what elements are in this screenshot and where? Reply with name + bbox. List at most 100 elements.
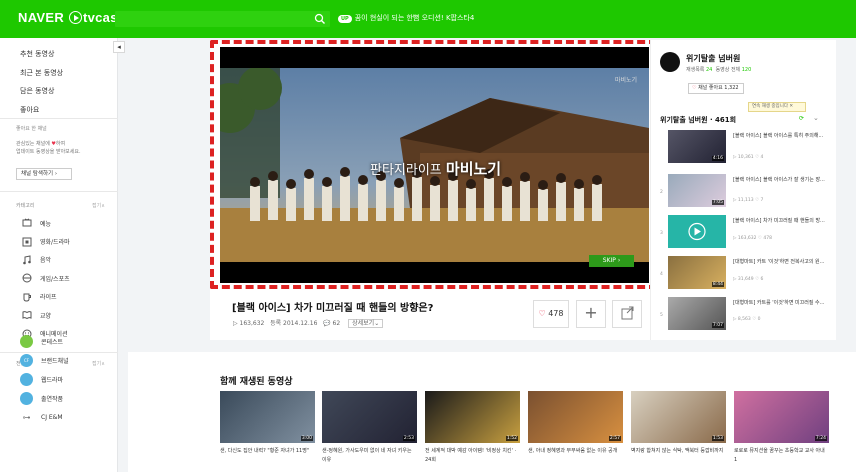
like-button[interactable]: ♡ 478 — [533, 300, 569, 328]
related-thumbnail: 1:53 — [631, 391, 726, 443]
fav-channels-title: 좋아요 한 채널 — [16, 126, 47, 132]
promo-banner[interactable]: UP 꿈이 현실이 되는 한뼘 오디션! K팝스타4 — [338, 13, 474, 23]
related-video-title: 샌-정혜원, 가사도우미 없이 네 자녀 키우는 이유 — [322, 448, 412, 463]
share-button[interactable] — [612, 300, 642, 328]
gamepad-icon — [22, 273, 32, 283]
like-count: 478 — [548, 309, 564, 318]
sidebar-item-movie-drama[interactable]: 영화/드라마 — [22, 232, 70, 250]
channel-like-button[interactable]: ♡ 채널 좋아요 1,322 — [688, 83, 744, 94]
related-title: 함께 재생된 동영상 — [220, 377, 293, 387]
duration-badge: 1:53 — [711, 436, 724, 441]
playlist-item-stats: ▷ 163,632 ♡ 478 — [733, 236, 772, 241]
video-count-label: 동영상 전체 — [715, 67, 741, 73]
playlist-item[interactable]: 3 [블랙 아이스] 차가 미끄러질 때 핸들의 방... ▷ 163,632 … — [660, 213, 832, 259]
playlist-thumbnail: 8:44 — [668, 256, 726, 289]
upload-date-label: 등록 — [270, 320, 282, 327]
sidebar-item-contest[interactable]: 콘테스트 — [20, 332, 69, 351]
category-label: 라이프 — [40, 294, 57, 302]
playlist-item-title: [대형마트] 카트 '이것'하면 전복사고의 원... — [733, 259, 825, 265]
fav-channels-description: 관심있는 채널에 ♥하여 업데이트 동영상을 받아보세요. — [16, 140, 106, 156]
channel-avatar[interactable] — [660, 52, 680, 72]
related-video-title: 로로로 뮤지션을 꿈꾸는 초등학교 교사 아내 1 — [734, 448, 825, 463]
web-drama-icon — [20, 373, 33, 386]
tv-icon — [22, 218, 32, 227]
sidebar-item-saved[interactable]: 담은 동영상 — [20, 82, 63, 101]
related-video-title: 샌, 아내 정혜영과 부부싸움 없는 이유 공개 — [528, 448, 618, 454]
sidebar-item-recent[interactable]: 최근 본 동영상 — [20, 64, 63, 83]
autoplay-tooltip[interactable]: 연속 재생 중입니다 ✕ — [748, 102, 806, 112]
playlist-item[interactable]: 2 7:05 [블랙 아이스] 블랙 아이스가 잘 생기는 장... ▷ 11,… — [660, 172, 832, 218]
details-button[interactable]: 상세보기⌄ — [348, 319, 384, 328]
playlist-count-label: 재생목록 — [686, 67, 705, 73]
related-video-card[interactable]: 1:52 전 세계적 대박 예감 아이템! '비정상 치킨' · 24회 — [425, 391, 520, 472]
category-collapse-button[interactable]: 접기∧ — [92, 202, 105, 209]
playlist-item[interactable]: 4 8:44 [대형마트] 카트 '이것'하면 전복사고의 원... ▷ 31,… — [660, 254, 832, 300]
category-title: 카테고리 — [16, 203, 35, 209]
playlist-item-stats: ▷ 8,563 ♡ 0 — [733, 317, 761, 322]
duration-badge: 2:57 — [608, 436, 621, 441]
related-video-card[interactable]: 3:00 샌, 다신도 집안 내력? "황준 자녀가 11명" — [220, 391, 315, 472]
sidebar-nav: 추천 동영상 최근 본 동영상 담은 동영상 좋아요 — [20, 45, 63, 119]
channel-label: 출연작품 — [41, 396, 64, 403]
channel-like-count: 1,322 — [724, 85, 739, 91]
now-playing-icon — [688, 222, 706, 241]
video-meta: ▷ 163,632 등록 2014.12.16 💬 62 상세보기⌄ — [233, 318, 384, 328]
sidebar-item-game-sports[interactable]: 게임/스포츠 — [22, 269, 70, 287]
channel-name[interactable]: 위기탈출 넘버원 — [686, 53, 740, 64]
playlist-item-title: [블랙 아이스] 차가 미끄러질 때 핸들의 방... — [733, 218, 825, 224]
sidebar-item-brand-channel[interactable]: CF 브랜드채널 — [20, 351, 69, 370]
add-to-playlist-button[interactable]: + — [576, 300, 606, 328]
comment-count[interactable]: 62 — [333, 320, 341, 327]
naver-tvcast-logo[interactable]: NAVER tvcast — [18, 10, 122, 25]
channel-label: CJ E&M — [41, 414, 63, 421]
sidebar-collapse-button[interactable]: ◂ — [113, 41, 125, 53]
sidebar-item-life[interactable]: 라이프 — [22, 288, 70, 306]
related-video-card[interactable]: 2:57 샌, 아내 정혜영과 부부싸움 없는 이유 공개 — [528, 391, 623, 472]
playlist-item-number: 4 — [660, 272, 663, 277]
sidebar-item-education[interactable]: 교양 — [22, 306, 70, 324]
related-video-card[interactable]: 7:24 로로로 뮤지션을 꿈꾸는 초등학교 교사 아내 1 — [734, 391, 829, 472]
highlight-frame — [210, 40, 657, 289]
search-icon[interactable] — [313, 12, 327, 26]
related-video-card[interactable]: 2:53 샌-정혜원, 가사도우미 없이 네 자녀 키우는 이유 — [322, 391, 417, 472]
playlist-item-stats: ▷ 31,649 ♡ 6 — [733, 277, 764, 282]
divider — [0, 191, 118, 192]
category-label: 영화/드라마 — [40, 239, 70, 247]
comment-icon: 💬 — [323, 320, 331, 327]
related-thumbnail: 1:52 — [425, 391, 520, 443]
sidebar-item-cj-enm[interactable]: ⊶ CJ E&M — [20, 408, 69, 427]
playlist-item-stats: ▷ 10,361 ♡ 4 — [733, 155, 764, 160]
repeat-icon[interactable]: ⟳ — [799, 115, 804, 122]
appearances-icon — [20, 392, 33, 405]
video-count: 120 — [741, 67, 752, 73]
channel-label: 브랜드채널 — [41, 358, 69, 365]
duration-badge: 4:16 — [711, 156, 724, 161]
sidebar-item-recommended[interactable]: 추천 동영상 — [20, 45, 63, 64]
find-channel-button[interactable]: 채널 탐색하기 › — [16, 168, 72, 180]
category-list: 예능 영화/드라마 음악 게임/스포츠 라이프 교양 애니메이션 — [22, 214, 70, 343]
related-video-card[interactable]: 1:53 벽지랑 합쳐지 않는 식탁, 맥북터 등깝비까지 — [631, 391, 726, 472]
promo-text: 꿈이 현실이 되는 한뼘 오디션! K팝스타4 — [354, 14, 475, 22]
category-label: 음악 — [40, 257, 52, 265]
search-input[interactable] — [115, 11, 330, 27]
playlist-thumbnail — [668, 215, 726, 248]
fav-desc-part3: 업데이트 동영상을 받아보세요. — [16, 149, 81, 155]
playlist-item[interactable]: 5 7:07 [대형마트] 카트를 '이것'하면 미끄러질 수... ▷ 8,5… — [660, 295, 832, 341]
brand-channel-icon: CF — [20, 354, 33, 367]
playlist-thumbnail: 4:16 — [668, 130, 726, 163]
category-label: 교양 — [40, 312, 52, 320]
playlist-item[interactable]: 4:16 [블랙 아이스] 블랙 아이스를 특히 주의해... ▷ 10,361… — [660, 128, 832, 174]
channel-collapse-button[interactable]: 접기∧ — [92, 360, 105, 367]
cup-icon — [23, 293, 31, 302]
sidebar-item-appearances[interactable]: 출연작품 — [20, 389, 69, 408]
category-label: 예능 — [40, 220, 52, 228]
sidebar-item-liked[interactable]: 좋아요 — [20, 101, 63, 120]
related-video-title: 샌, 다신도 집안 내력? "황준 자녀가 11명" — [220, 448, 310, 454]
duration-badge: 7:07 — [711, 323, 724, 328]
sidebar-item-music[interactable]: 음악 — [22, 251, 70, 269]
music-icon — [23, 255, 31, 265]
playlist-thumbnail: 7:05 — [668, 174, 726, 207]
sidebar-item-variety[interactable]: 예능 — [22, 214, 70, 232]
sidebar-item-web-drama[interactable]: 웹드라마 — [20, 370, 69, 389]
chevron-down-icon[interactable]: ⌄ — [813, 114, 819, 122]
